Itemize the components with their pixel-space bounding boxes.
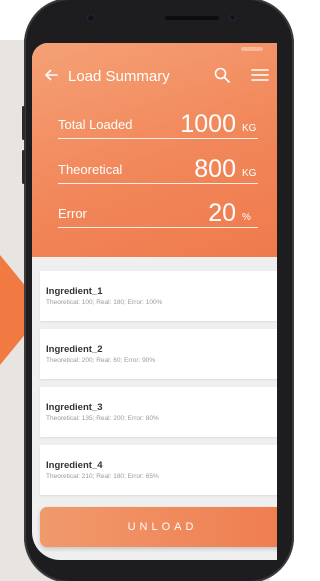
volume-button [22, 106, 25, 140]
app-bar: Load Summary [32, 61, 277, 91]
status-bar [32, 43, 277, 55]
metric-unit: KG [242, 123, 257, 134]
ingredient-name: Ingredient_4 [46, 460, 103, 471]
summary-header: Load Summary Total Loaded 1000 KG Theore… [32, 43, 277, 257]
metric-unit: % [242, 212, 251, 223]
metric-label: Error [58, 206, 87, 221]
page-title: Load Summary [68, 68, 170, 85]
ingredient-detail: Theoretical: 200; Real: 60; Error: 90% [46, 357, 156, 364]
proximity-sensor [230, 15, 235, 20]
volume-button [22, 150, 25, 184]
ingredient-detail: Theoretical: 210; Real: 180; Error: 65% [46, 473, 159, 480]
ingredient-row[interactable]: Ingredient_3 Theoretical: 135; Real: 200… [40, 387, 277, 437]
ingredient-row[interactable]: Ingredient_4 Theoretical: 210; Real: 180… [40, 445, 277, 495]
unload-button[interactable]: UNLOAD [40, 507, 277, 547]
ingredient-row[interactable]: Ingredient_2 Theoretical: 200; Real: 60;… [40, 329, 277, 379]
search-icon[interactable] [213, 66, 231, 84]
metric-theoretical: Theoretical 800 KG [58, 154, 258, 184]
app-screen: Load Summary Total Loaded 1000 KG Theore… [32, 43, 277, 560]
earpiece-speaker [165, 16, 219, 20]
hamburger-menu-icon[interactable] [251, 67, 269, 83]
metric-label: Theoretical [58, 162, 123, 177]
metric-error: Error 20 % [58, 198, 258, 228]
status-indicator [241, 47, 263, 51]
ingredient-detail: Theoretical: 100; Real: 180; Error: 100% [46, 299, 163, 306]
front-camera [88, 15, 94, 21]
ingredient-name: Ingredient_2 [46, 344, 103, 355]
ingredient-name: Ingredient_1 [46, 286, 103, 297]
metric-value: 1000 [180, 110, 236, 138]
metric-label: Total Loaded [58, 117, 133, 132]
metric-value: 20 [208, 199, 236, 227]
arrow-left-icon[interactable] [43, 67, 59, 83]
metric-value: 800 [194, 155, 236, 183]
ingredient-row[interactable]: Ingredient_1 Theoretical: 100; Real: 180… [40, 271, 277, 321]
metric-unit: KG [242, 168, 257, 179]
ingredient-detail: Theoretical: 135; Real: 200; Error: 80% [46, 415, 159, 422]
metric-total-loaded: Total Loaded 1000 KG [58, 109, 258, 139]
ingredient-name: Ingredient_3 [46, 402, 103, 413]
